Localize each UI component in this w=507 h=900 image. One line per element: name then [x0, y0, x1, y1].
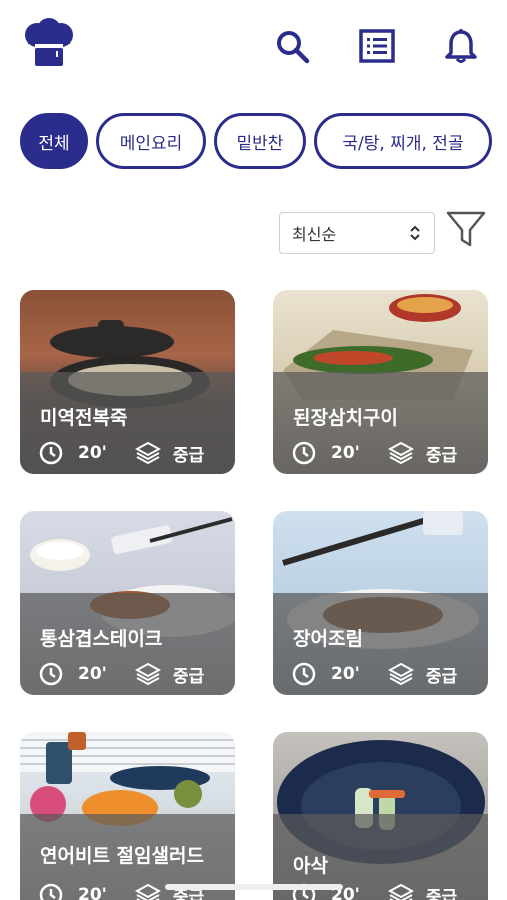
bell-icon[interactable]	[443, 28, 479, 64]
tab-main-dish[interactable]: 메인요리	[96, 113, 206, 169]
recipe-time: 20'	[78, 885, 107, 900]
recipe-title: 연어비트 절임샐러드	[40, 845, 204, 867]
clock-icon	[292, 662, 316, 686]
layers-icon	[387, 883, 414, 900]
recipe-card[interactable]: 미역전복죽 20' 중급	[20, 290, 235, 474]
app-header	[0, 0, 507, 95]
recipe-meta: 20' 중급	[38, 440, 204, 466]
sort-selected-value: 최신순	[292, 225, 337, 244]
search-icon[interactable]	[274, 28, 310, 64]
recipe-level: 중급	[172, 445, 205, 466]
clock-icon	[292, 441, 316, 465]
recipe-title: 통삼겹스테이크	[40, 628, 163, 650]
tab-all[interactable]: 전체	[20, 113, 88, 169]
layers-icon	[387, 441, 414, 465]
recipe-time: 20'	[78, 664, 107, 684]
recipe-card[interactable]: 아삭 20' 중급	[273, 732, 488, 900]
tab-side-dish[interactable]: 밑반찬	[214, 113, 306, 169]
recipe-title: 미역전복죽	[40, 407, 128, 429]
recipe-card[interactable]: 된장삼치구이 20' 중급	[273, 290, 488, 474]
layers-icon	[387, 662, 414, 686]
recipe-card[interactable]: 연어비트 절임샐러드 20' 중급	[20, 732, 235, 900]
recipe-title: 아삭	[293, 855, 328, 877]
recipe-title: 된장삼치구이	[293, 407, 398, 429]
chevron-up-down-icon	[410, 225, 420, 241]
list-icon[interactable]	[359, 28, 395, 64]
recipe-title: 장어조림	[293, 628, 363, 650]
tab-soup-stew[interactable]: 국/탕, 찌개, 전골	[314, 113, 492, 169]
recipe-meta: 20' 중급	[291, 661, 457, 687]
recipe-time: 20'	[331, 443, 360, 463]
recipe-level: 중급	[425, 887, 458, 900]
recipe-time: 20'	[331, 664, 360, 684]
recipe-meta: 20' 중급	[38, 661, 204, 687]
filter-icon[interactable]	[445, 208, 487, 250]
sort-select[interactable]: 최신순	[279, 212, 435, 254]
recipe-meta: 20' 중급	[291, 440, 457, 466]
layers-icon	[134, 662, 161, 686]
recipe-level: 중급	[425, 445, 458, 466]
recipe-level: 중급	[172, 666, 205, 687]
chef-hat-icon[interactable]	[22, 18, 76, 68]
clock-icon	[39, 662, 63, 686]
layers-icon	[134, 883, 161, 900]
recipe-level: 중급	[425, 666, 458, 687]
home-indicator[interactable]	[165, 884, 343, 890]
layers-icon	[134, 441, 161, 465]
clock-icon	[39, 441, 63, 465]
recipe-time: 20'	[78, 443, 107, 463]
category-tabs: 전체 메인요리 밑반찬 국/탕, 찌개, 전골	[20, 113, 492, 169]
recipe-card[interactable]: 장어조림 20' 중급	[273, 511, 488, 695]
recipe-card[interactable]: 통삼겹스테이크 20' 중급	[20, 511, 235, 695]
clock-icon	[39, 883, 63, 900]
